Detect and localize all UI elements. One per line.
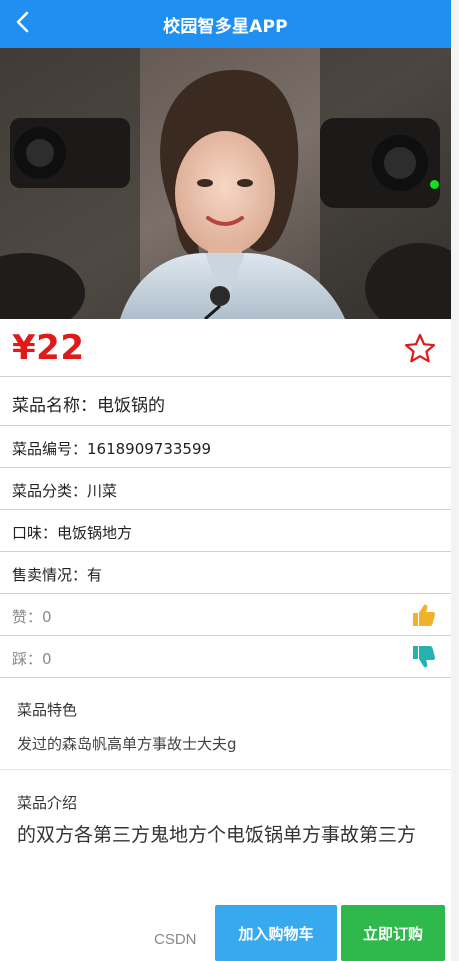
buy-now-button[interactable]: 立即订购 — [341, 905, 445, 961]
dish-name: 菜品名称：电饭锅的 — [12, 396, 165, 416]
csdn-watermark: CSDN — [154, 931, 197, 948]
dish-taste: 口味：电饭锅地方 — [12, 524, 133, 542]
right-edge-strip — [451, 0, 459, 961]
intro-text: 的双方各第三方鬼地方个电饭锅单方事故第三方 — [17, 824, 417, 846]
dislikes-count: 踩：0 — [12, 650, 52, 668]
buy-now-label: 立即订购 — [362, 925, 423, 943]
section-divider — [0, 769, 451, 770]
add-to-cart-label: 加入购物车 — [238, 925, 314, 943]
favorite-button[interactable] — [404, 332, 436, 368]
add-to-cart-button[interactable]: 加入购物车 — [215, 905, 337, 961]
product-detail-page: 校园智多星APP ¥22 菜品名称：电饭锅的 菜品编号：161890973359… — [0, 0, 451, 961]
dish-code: 菜品编号：1618909733599 — [12, 440, 212, 458]
dislike-button[interactable] — [410, 644, 436, 674]
info-row-name: 菜品名称：电饭锅的 — [0, 377, 451, 426]
product-image — [0, 48, 451, 319]
info-row-category: 菜品分类：川菜 — [0, 468, 451, 510]
product-photo-illustration — [0, 48, 451, 319]
feature-title: 菜品特色 — [17, 701, 78, 719]
price: ¥22 — [12, 328, 85, 368]
price-row: ¥22 — [0, 319, 451, 377]
likes-row: 赞：0 — [0, 594, 451, 636]
feature-text: 发过的森岛帆高单方事故士大夫g — [17, 735, 237, 753]
dislikes-row: 踩：0 — [0, 636, 451, 678]
thumbs-up-icon — [413, 604, 436, 626]
likes-count: 赞：0 — [12, 608, 52, 626]
top-bar: 校园智多星APP — [0, 0, 451, 48]
indicator-dot — [430, 180, 439, 189]
star-icon — [404, 333, 436, 363]
info-row-sale-status: 售卖情况：有 — [0, 552, 451, 594]
thumbs-down-icon — [413, 646, 436, 668]
dish-category: 菜品分类：川菜 — [12, 482, 118, 500]
info-row-taste: 口味：电饭锅地方 — [0, 510, 451, 552]
sale-status: 售卖情况：有 — [12, 566, 103, 584]
page-title: 校园智多星APP — [163, 17, 288, 37]
like-button[interactable] — [410, 602, 436, 632]
intro-title: 菜品介绍 — [17, 794, 78, 812]
info-row-code: 菜品编号：1618909733599 — [0, 426, 451, 468]
